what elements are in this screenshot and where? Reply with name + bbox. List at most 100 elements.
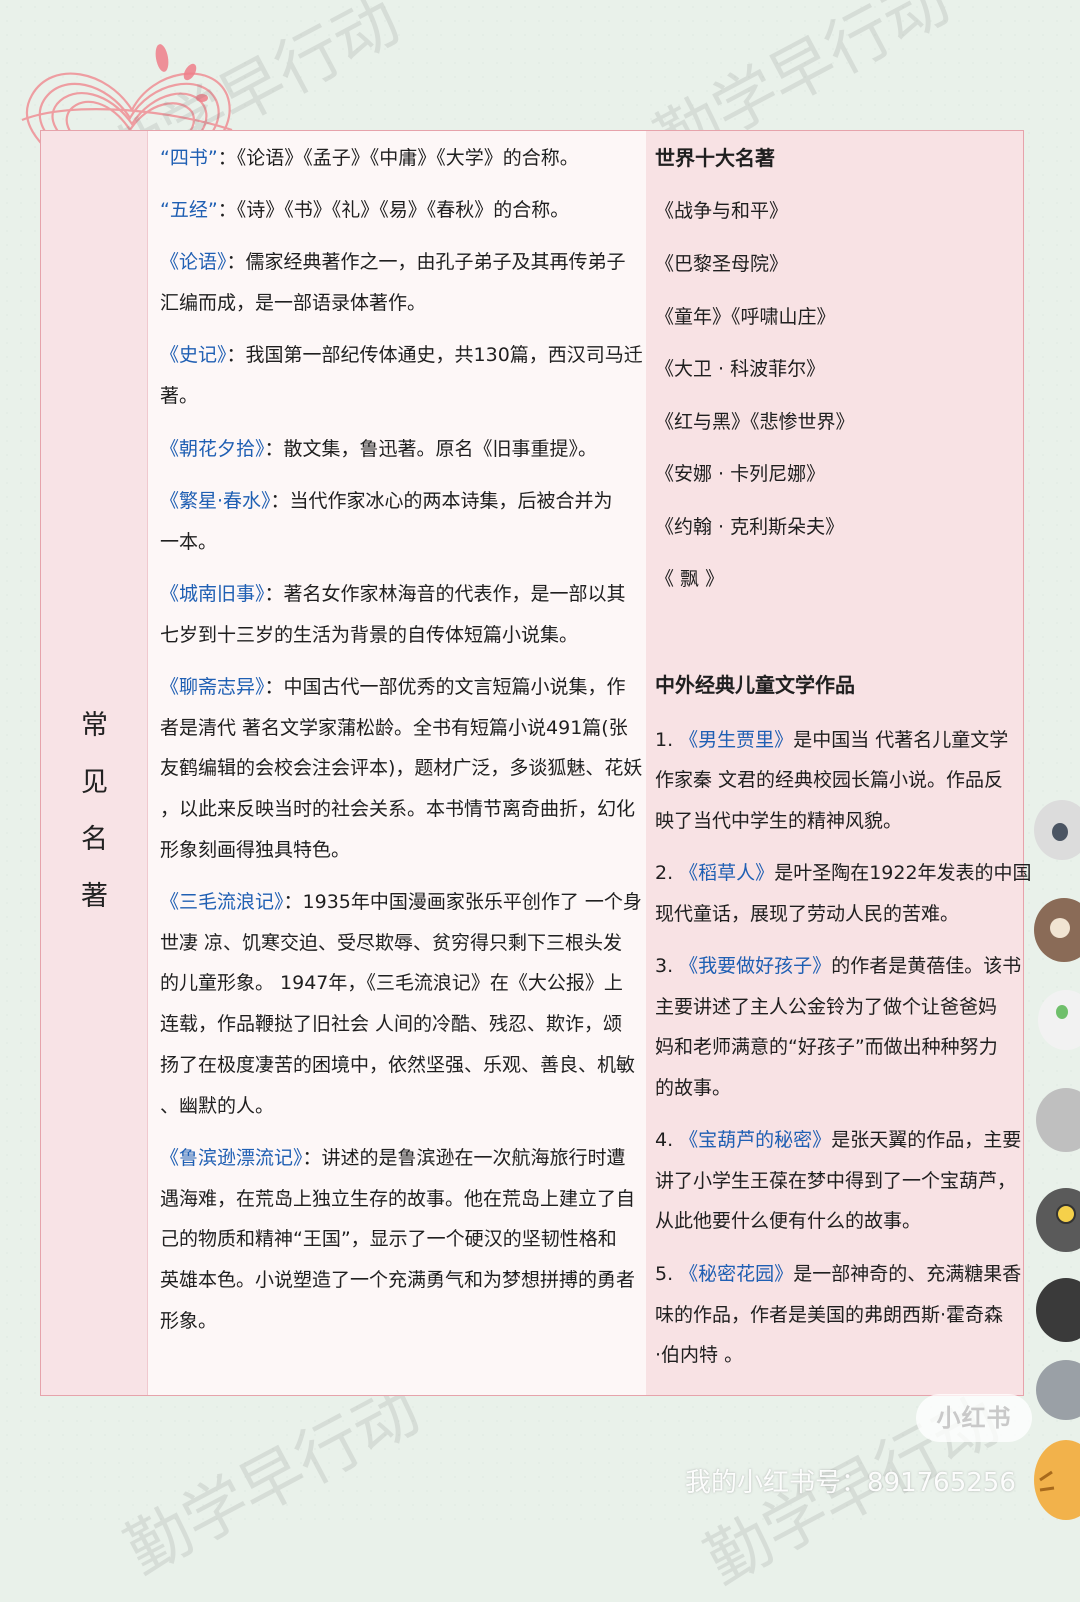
text-segment: ，以此来反映当时的社会关系。本书情节离奇曲折，幻化 bbox=[160, 798, 636, 820]
text-line: 《城南旧事》：著名女作家林海音的代表作，是一部以其 bbox=[160, 582, 626, 606]
text-segment: 作家秦 文君的经典校园长篇小说。作品反 bbox=[655, 769, 1004, 791]
text-line: 4. 《宝葫芦的秘密》是张天翼的作品，主要 bbox=[655, 1128, 1021, 1152]
text-line: 、幽默的人。 bbox=[160, 1094, 274, 1118]
text-segment: 的儿童形象。 1947年，《三毛流浪记》在《大公报》上 bbox=[160, 972, 623, 994]
text-segment: 世凄 凉、饥寒交迫、受尽欺辱、贫穷得只剩下三根头发 bbox=[160, 932, 623, 954]
text-line: 《史记》：我国第一部纪传体通史，共130篇，西汉司马迁 bbox=[160, 343, 643, 367]
text-line: “五经”：《诗》《书》《礼》《易》《春秋》的合称。 bbox=[160, 198, 569, 222]
text-segment: 《童年》《呼啸山庄》 bbox=[655, 306, 836, 328]
text-segment: 是叶圣陶在1922年发表的中国 bbox=[774, 862, 1032, 884]
book-title: 《繁星·春水》 bbox=[160, 490, 271, 512]
text-segment: 一本。 bbox=[160, 531, 218, 553]
text-segment: 遇海难，在荒岛上独立生存的故事。他在荒岛上建立了自 bbox=[160, 1188, 636, 1210]
text-segment: 《约翰 · 克利斯朵夫》 bbox=[655, 516, 845, 538]
section-heading: 中外经典儿童文学作品 bbox=[655, 673, 855, 697]
title-column: 常 见 名 著 bbox=[41, 131, 148, 1395]
text-segment: 友鹤编辑的会校会注会评本)，题材广泛，多谈狐魅、花妖 bbox=[160, 757, 643, 779]
text-line: 《大卫 · 科波菲尔》 bbox=[655, 357, 825, 381]
text-segment: 5. bbox=[655, 1263, 680, 1285]
text-segment: ：我国第一部纪传体通史，共130篇，西汉司马迁 bbox=[226, 344, 643, 366]
book-title: 《稻草人》 bbox=[679, 862, 775, 884]
text-line: 的儿童形象。 1947年，《三毛流浪记》在《大公报》上 bbox=[160, 971, 623, 995]
text-line: 2. 《稻草人》是叶圣陶在1922年发表的中国 bbox=[655, 861, 1032, 885]
text-line: 世凄 凉、饥寒交迫、受尽欺辱、贫穷得只剩下三根头发 bbox=[160, 931, 622, 955]
text-segment: 《安娜 · 卡列尼娜》 bbox=[655, 463, 826, 485]
text-segment: ：中国古代一部优秀的文言短篇小说集，作 bbox=[264, 676, 626, 698]
text-line: 一本。 bbox=[160, 530, 217, 554]
book-title: 《城南旧事》 bbox=[160, 583, 265, 605]
text-segment: ：1935年中国漫画家张乐平创作了 一个身 bbox=[283, 891, 642, 913]
text-line: 形象刻画得独具特色。 bbox=[160, 838, 350, 862]
text-segment: 4. bbox=[655, 1129, 680, 1151]
text-segment: 的作者是黄蓓佳。该书 bbox=[831, 955, 1022, 977]
book-title: 《史记》 bbox=[160, 344, 227, 366]
text-segment: 映了当代中学生的精神风貌。 bbox=[655, 810, 903, 832]
text-line: 汇编而成，是一部语录体著作。 bbox=[160, 291, 426, 315]
text-segment: ：散文集，鲁迅著。原名《旧事重提》。 bbox=[264, 438, 598, 460]
text-segment: 己的物质和精神“王国”，显示了一个硬汉的坚韧性格和 bbox=[160, 1228, 617, 1250]
text-line: 《红与黑》《悲惨世界》 bbox=[655, 410, 855, 434]
book-title: 《聊斋志异》 bbox=[160, 676, 265, 698]
text-line: 连载，作品鞭挞了旧社会 人间的冷酷、残忍、欺诈，颂 bbox=[160, 1012, 622, 1036]
book-title: 《鲁滨逊漂流记》 bbox=[160, 1147, 303, 1169]
title-char: 常 bbox=[81, 710, 108, 741]
text-segment: 的故事。 bbox=[655, 1077, 732, 1099]
text-line: 《朝花夕拾》：散文集，鲁迅著。原名《旧事重提》。 bbox=[160, 437, 597, 461]
text-segment: ·伯内特 。 bbox=[655, 1344, 744, 1366]
book-title: 《朝花夕拾》 bbox=[160, 438, 265, 460]
text-segment: 味的作品，作者是美国的弗朗西斯·霍奇森 bbox=[655, 1304, 1004, 1326]
text-segment: 著。 bbox=[160, 385, 199, 407]
text-segment: ：当代作家冰心的两本诗集，后被合并为 bbox=[270, 490, 613, 512]
text-line: 《战争与和平》 bbox=[655, 199, 788, 223]
text-line: 形象。 bbox=[160, 1309, 217, 1333]
book-title: “五经” bbox=[160, 199, 218, 221]
text-segment: 《巴黎圣母院》 bbox=[655, 253, 789, 275]
text-line: 《安娜 · 卡列尼娜》 bbox=[655, 462, 825, 486]
text-segment: 是一部神奇的、充满糖果香 bbox=[793, 1263, 1022, 1285]
text-line: 遇海难，在荒岛上独立生存的故事。他在荒岛上建立了自 bbox=[160, 1187, 635, 1211]
text-segment: 连载，作品鞭挞了旧社会 人间的冷酷、残忍、欺诈，颂 bbox=[160, 1013, 623, 1035]
text-segment: 妈和老师满意的“好孩子”而做出种种努力 bbox=[655, 1036, 998, 1058]
text-line: 3. 《我要做好孩子》的作者是黄蓓佳。该书 bbox=[655, 954, 1021, 978]
text-line: 《论语》：儒家经典著作之一，由孔子弟子及其再传弟子 bbox=[160, 250, 626, 274]
text-line: ，以此来反映当时的社会关系。本书情节离奇曲折，幻化 bbox=[160, 797, 635, 821]
title-char: 著 bbox=[81, 881, 108, 912]
text-segment: 2. bbox=[655, 862, 680, 884]
text-segment: 3. bbox=[655, 955, 680, 977]
text-line: 世界十大名著 bbox=[655, 146, 775, 171]
text-line: 5. 《秘密花园》是一部神奇的、充满糖果香 bbox=[655, 1262, 1021, 1286]
text-line: 《巴黎圣母院》 bbox=[655, 252, 788, 276]
book-title: 《论语》 bbox=[160, 251, 227, 273]
text-line: 讲了小学生王葆在梦中得到了一个宝葫芦， bbox=[655, 1169, 1016, 1193]
text-line: 映了当代中学生的精神风貌。 bbox=[655, 809, 902, 833]
text-segment: 《红与黑》《悲惨世界》 bbox=[655, 411, 855, 433]
text-line: 英雄本色。小说塑造了一个充满勇气和为梦想拼搏的勇者 bbox=[160, 1268, 635, 1292]
text-segment: 扬了在极度凄苦的困境中，依然坚强、乐观、善良、机敏 bbox=[160, 1054, 636, 1076]
text-line: 从此他要什么便有什么的故事。 bbox=[655, 1209, 921, 1233]
text-segment: ：《诗》《书》《礼》《易》《春秋》的合称。 bbox=[217, 199, 570, 221]
text-segment: 形象刻画得独具特色。 bbox=[160, 839, 351, 861]
text-line: 《鲁滨逊漂流记》：讲述的是鲁滨逊在一次航海旅行时遭 bbox=[160, 1146, 626, 1170]
text-line: 己的物质和精神“王国”，显示了一个硬汉的坚韧性格和 bbox=[160, 1227, 617, 1251]
text-segment: ：儒家经典著作之一，由孔子弟子及其再传弟子 bbox=[226, 251, 626, 273]
text-line: 《繁星·春水》：当代作家冰心的两本诗集，后被合并为 bbox=[160, 489, 613, 513]
text-segment: 主要讲述了主人公金铃为了做个让爸爸妈 bbox=[655, 996, 998, 1018]
text-line: 《 飘 》 bbox=[655, 567, 724, 591]
text-line: 《约翰 · 克利斯朵夫》 bbox=[655, 515, 844, 539]
text-line: 的故事。 bbox=[655, 1076, 731, 1100]
text-segment: ：《论语》《孟子》《中庸》《大学》的合称。 bbox=[217, 147, 579, 169]
text-segment: ：讲述的是鲁滨逊在一次航海旅行时遭 bbox=[302, 1147, 626, 1169]
text-line: 者是清代 著名文学家蒲松龄。全书有短篇小说491篇(张 bbox=[160, 716, 628, 740]
book-title: 《男生贾里》 bbox=[679, 729, 794, 751]
text-segment: 者是清代 著名文学家蒲松龄。全书有短篇小说491篇(张 bbox=[160, 717, 628, 739]
text-segment: 《战争与和平》 bbox=[655, 200, 789, 222]
text-line: “四书”：《论语》《孟子》《中庸》《大学》的合称。 bbox=[160, 146, 579, 170]
text-segment: 是中国当 代著名儿童文学 bbox=[793, 729, 1009, 751]
book-title: “四书” bbox=[160, 147, 218, 169]
xiaohongshu-logo: 小红书 bbox=[916, 1394, 1032, 1442]
footer-account-id: 我的小红书号：891765256 bbox=[685, 1468, 1016, 1498]
section-heading: 世界十大名著 bbox=[655, 146, 775, 170]
text-line: ·伯内特 。 bbox=[655, 1343, 743, 1367]
text-line: 著。 bbox=[160, 384, 198, 408]
text-line: 中外经典儿童文学作品 bbox=[655, 673, 855, 698]
